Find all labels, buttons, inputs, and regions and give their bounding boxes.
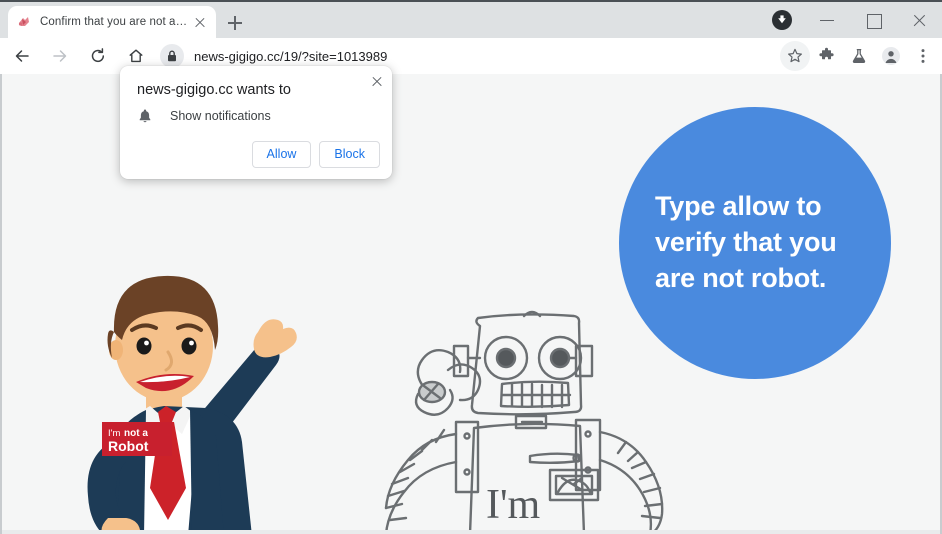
svg-text:Robot: Robot <box>108 438 149 454</box>
callout-line-2: verify that you <box>655 227 837 258</box>
maximize-button[interactable] <box>850 2 896 38</box>
forward-icon[interactable] <box>44 40 76 72</box>
tab-title: Confirm that you are not a robot <box>40 16 188 28</box>
bookmark-star-icon[interactable] <box>780 41 810 71</box>
site-information-lock-icon[interactable] <box>160 44 184 68</box>
dialog-title: news-gigigo.cc wants to <box>137 82 291 98</box>
permission-label: Show notifications <box>170 109 271 123</box>
back-icon[interactable] <box>6 40 38 72</box>
close-icon[interactable] <box>368 72 386 90</box>
page-bottom-strip <box>2 530 940 534</box>
profile-avatar-icon[interactable] <box>876 41 906 71</box>
chrome-menu-icon[interactable] <box>908 41 938 71</box>
callout-text: Type allow to verify that you are not ro… <box>655 189 855 297</box>
cartoon-man-waving: I'm not a Robot <box>87 275 297 534</box>
close-icon[interactable] <box>192 14 208 30</box>
new-tab-button[interactable] <box>222 10 248 36</box>
allow-button[interactable]: Allow <box>251 141 312 168</box>
tab-strip: Confirm that you are not a robot <box>0 2 942 38</box>
close-window-button[interactable] <box>896 2 942 38</box>
minimize-button[interactable] <box>804 2 850 38</box>
toolbar-actions <box>780 41 940 71</box>
address-bar-url: news-gigigo.cc/19/?site=1013989 <box>194 48 388 64</box>
window-controls <box>772 2 942 38</box>
reload-icon[interactable] <box>82 40 114 72</box>
browser-window: Confirm that you are not a robot <box>0 0 942 534</box>
site-favicon <box>16 14 32 30</box>
dialog-actions: Allow Block <box>251 141 380 168</box>
download-icon[interactable] <box>772 10 792 30</box>
badge: I'm not a Robot <box>102 422 172 456</box>
robot-text-line-1: I'm <box>486 482 541 528</box>
sketched-robot: I'm ROBOT <box>384 310 664 534</box>
flask-experiments-icon[interactable] <box>844 41 874 71</box>
permission-row: Show notifications <box>137 108 271 124</box>
block-button[interactable]: Block <box>319 141 380 168</box>
browser-tab[interactable]: Confirm that you are not a robot <box>8 6 216 38</box>
notification-permission-dialog: news-gigigo.cc wants to Show notificatio… <box>120 66 392 179</box>
extensions-puzzle-icon[interactable] <box>812 41 842 71</box>
callout-line-3: are not robot. <box>655 262 827 293</box>
callout-line-1: Type allow to <box>655 191 822 222</box>
bell-icon <box>137 108 153 124</box>
